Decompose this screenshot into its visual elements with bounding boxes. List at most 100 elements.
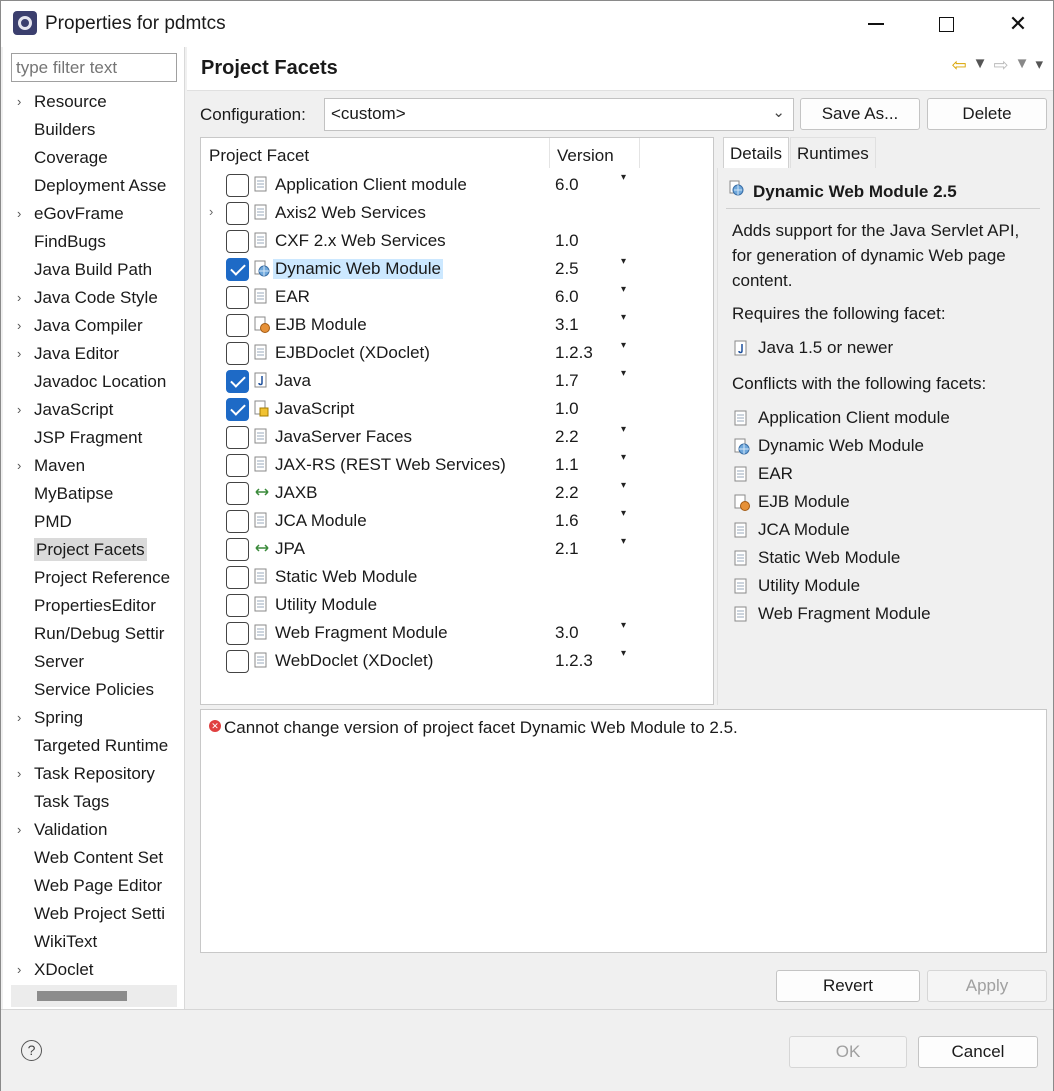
tree-item-javadoc-location[interactable]: Javadoc Location — [3, 368, 178, 396]
facet-version[interactable]: 2.2 — [555, 483, 579, 503]
back-menu-chevron-icon[interactable]: ▼ — [973, 55, 988, 76]
facet-row[interactable]: JAXB 2.2 ▾ — [201, 480, 713, 508]
facet-version[interactable]: 3.1 — [555, 315, 579, 335]
facet-row[interactable]: CXF 2.x Web Services 1.0 — [201, 228, 713, 256]
version-dropdown-icon[interactable]: ▾ — [621, 340, 626, 351]
chevron-right-icon[interactable]: › — [17, 760, 21, 788]
version-dropdown-icon[interactable]: ▾ — [621, 368, 626, 379]
chevron-right-icon[interactable]: › — [17, 88, 21, 116]
tree-item-deployment-asse[interactable]: Deployment Asse — [3, 172, 178, 200]
cancel-button[interactable]: Cancel — [918, 1036, 1038, 1068]
facet-row[interactable]: JAX-RS (REST Web Services) 1.1 ▾ — [201, 452, 713, 480]
facet-checkbox[interactable] — [226, 510, 249, 533]
chevron-right-icon[interactable]: › — [17, 452, 21, 480]
tree-item-web-project-setti[interactable]: Web Project Setti — [3, 900, 178, 928]
chevron-right-icon[interactable]: › — [209, 204, 213, 219]
tree-item-jsp-fragment[interactable]: JSP Fragment — [3, 424, 178, 452]
horizontal-scrollbar[interactable] — [11, 985, 177, 1007]
tree-item-run-debug-settir[interactable]: Run/Debug Settir — [3, 620, 178, 648]
tree-item-findbugs[interactable]: FindBugs — [3, 228, 178, 256]
facet-row[interactable]: JCA Module 1.6 ▾ — [201, 508, 713, 536]
tree-item-coverage[interactable]: Coverage — [3, 144, 178, 172]
apply-button[interactable]: Apply — [927, 970, 1047, 1002]
forward-arrow-icon[interactable]: ⇨ — [994, 55, 1009, 76]
configuration-select[interactable]: <custom> ⌄ — [324, 98, 794, 131]
tab-details[interactable]: Details — [723, 137, 789, 169]
facet-checkbox[interactable] — [226, 398, 249, 421]
tree-item-java-compiler[interactable]: › Java Compiler — [3, 312, 178, 340]
tree-item-resource[interactable]: › Resource — [3, 88, 178, 116]
tree-item-java-editor[interactable]: › Java Editor — [3, 340, 178, 368]
facet-checkbox[interactable] — [226, 202, 249, 225]
chevron-right-icon[interactable]: › — [17, 312, 21, 340]
revert-button[interactable]: Revert — [776, 970, 920, 1002]
tree-item-server[interactable]: Server — [3, 648, 178, 676]
facet-checkbox[interactable] — [226, 538, 249, 561]
column-divider[interactable] — [639, 138, 640, 168]
facet-version[interactable]: 1.0 — [555, 231, 579, 251]
version-dropdown-icon[interactable]: ▾ — [621, 172, 626, 183]
version-dropdown-icon[interactable]: ▾ — [621, 508, 626, 519]
facet-checkbox[interactable] — [226, 342, 249, 365]
facet-checkbox[interactable] — [226, 566, 249, 589]
save-as-button[interactable]: Save As... — [800, 98, 920, 130]
facet-row[interactable]: JavaServer Faces 2.2 ▾ — [201, 424, 713, 452]
facet-row[interactable]: EJB Module 3.1 ▾ — [201, 312, 713, 340]
facet-version[interactable]: 2.5 — [555, 259, 579, 279]
facet-checkbox[interactable] — [226, 286, 249, 309]
version-dropdown-icon[interactable]: ▾ — [621, 256, 626, 267]
tree-item-wikitext[interactable]: WikiText — [3, 928, 178, 956]
facet-row[interactable]: Application Client module 6.0 ▾ — [201, 172, 713, 200]
facet-checkbox[interactable] — [226, 370, 249, 393]
facet-row[interactable]: › Axis2 Web Services — [201, 200, 713, 228]
version-dropdown-icon[interactable]: ▾ — [621, 480, 626, 491]
facet-version[interactable]: 1.7 — [555, 371, 579, 391]
help-icon[interactable]: ? — [21, 1040, 42, 1061]
facet-row[interactable]: Dynamic Web Module 2.5 ▾ — [201, 256, 713, 284]
facet-row[interactable]: EAR 6.0 ▾ — [201, 284, 713, 312]
facet-version[interactable]: 1.0 — [555, 399, 579, 419]
delete-button[interactable]: Delete — [927, 98, 1047, 130]
version-dropdown-icon[interactable]: ▾ — [621, 620, 626, 631]
tree-item-task-tags[interactable]: Task Tags — [3, 788, 178, 816]
tree-item-builders[interactable]: Builders — [3, 116, 178, 144]
facet-row[interactable]: JavaScript 1.0 — [201, 396, 713, 424]
tree-item-project-facets[interactable]: Project Facets — [3, 536, 178, 564]
chevron-right-icon[interactable]: › — [17, 340, 21, 368]
facet-checkbox[interactable] — [226, 482, 249, 505]
chevron-right-icon[interactable]: › — [17, 200, 21, 228]
facet-version[interactable]: 3.0 — [555, 623, 579, 643]
facet-version[interactable]: 1.6 — [555, 511, 579, 531]
tree-item-java-build-path[interactable]: Java Build Path — [3, 256, 178, 284]
version-dropdown-icon[interactable]: ▾ — [621, 312, 626, 323]
facet-version[interactable]: 1.2.3 — [555, 651, 593, 671]
tree-item-xdoclet[interactable]: › XDoclet — [3, 956, 178, 984]
facet-checkbox[interactable] — [226, 622, 249, 645]
column-header-version[interactable]: Version — [557, 146, 614, 166]
chevron-right-icon[interactable]: › — [17, 284, 21, 312]
column-divider[interactable] — [549, 138, 550, 168]
version-dropdown-icon[interactable]: ▾ — [621, 648, 626, 659]
facet-checkbox[interactable] — [226, 258, 249, 281]
facet-checkbox[interactable] — [226, 230, 249, 253]
tree-item-validation[interactable]: › Validation — [3, 816, 178, 844]
facet-row[interactable]: WebDoclet (XDoclet) 1.2.3 ▾ — [201, 648, 713, 676]
version-dropdown-icon[interactable]: ▾ — [621, 284, 626, 295]
facet-row[interactable]: EJBDoclet (XDoclet) 1.2.3 ▾ — [201, 340, 713, 368]
facet-checkbox[interactable] — [226, 426, 249, 449]
maximize-button[interactable] — [911, 1, 981, 47]
chevron-right-icon[interactable]: › — [17, 396, 21, 424]
forward-menu-chevron-icon[interactable]: ▼ — [1015, 55, 1030, 76]
back-arrow-icon[interactable]: ⇦ — [952, 55, 967, 76]
tree-item-java-code-style[interactable]: › Java Code Style — [3, 284, 178, 312]
tree-item-pmd[interactable]: PMD — [3, 508, 178, 536]
view-menu-icon[interactable]: ▾ — [1035, 55, 1043, 76]
tree-item-task-repository[interactable]: › Task Repository — [3, 760, 178, 788]
ok-button[interactable]: OK — [789, 1036, 907, 1068]
version-dropdown-icon[interactable]: ▾ — [621, 536, 626, 547]
tree-item-spring[interactable]: › Spring — [3, 704, 178, 732]
tree-item-propertieseditor[interactable]: PropertiesEditor — [3, 592, 178, 620]
facet-version[interactable]: 6.0 — [555, 175, 579, 195]
facet-checkbox[interactable] — [226, 650, 249, 673]
facet-checkbox[interactable] — [226, 594, 249, 617]
